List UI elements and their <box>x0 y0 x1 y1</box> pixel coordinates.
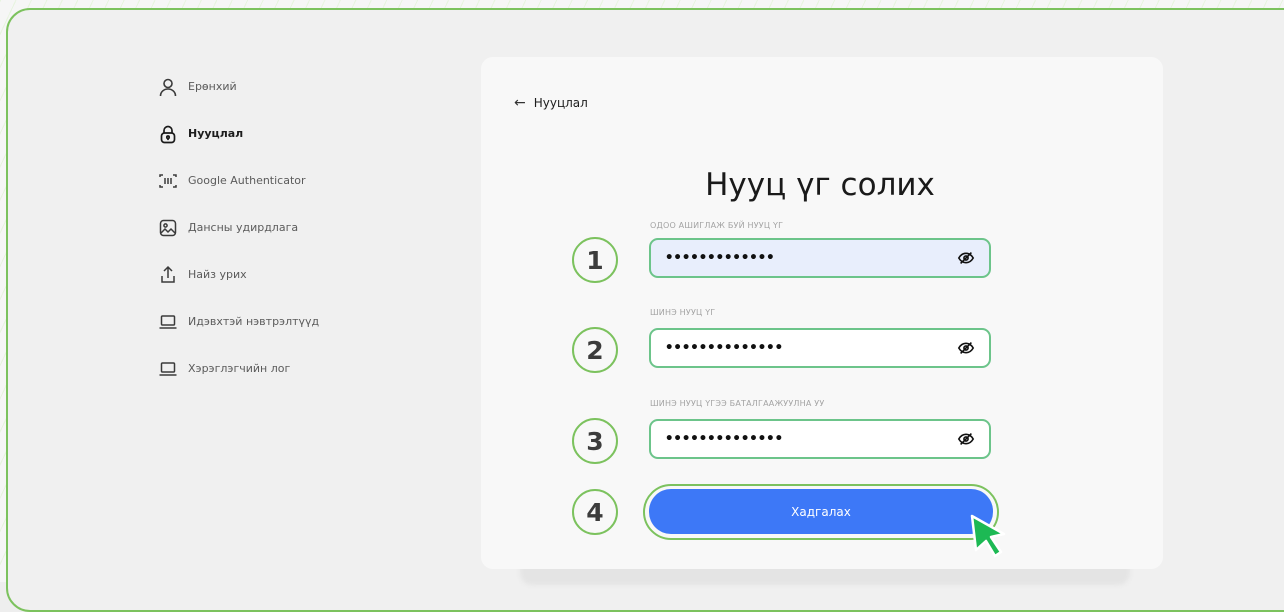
new-password-field <box>649 328 991 368</box>
image-icon <box>158 218 178 238</box>
new-password-label: ШИНЭ НУУЦ ҮГ <box>650 308 716 317</box>
step-badge-1: 1 <box>572 237 618 283</box>
confirm-password-field <box>649 419 991 459</box>
step-badge-2: 2 <box>572 327 618 373</box>
save-button[interactable]: Хадгалах <box>649 489 993 534</box>
sidebar-item-google-authenticator[interactable]: Google Authenticator <box>158 157 460 204</box>
sidebar-item-label: Идэвхтэй нэвтрэлтүүд <box>188 315 320 328</box>
sidebar-item-label: Дансны удирдлага <box>188 221 299 234</box>
sidebar-item-user-log[interactable]: Хэрэглэгчийн лог <box>158 345 460 392</box>
back-label: Нууцлал <box>533 96 588 110</box>
scan-icon <box>158 171 178 191</box>
laptop-icon <box>158 359 178 379</box>
user-icon <box>158 77 178 97</box>
sidebar-item-label: Нууцлал <box>188 127 244 140</box>
step-badge-4: 4 <box>572 489 618 535</box>
share-icon <box>158 265 178 285</box>
current-password-label: ОДОО АШИГЛАЖ БУЙ НУУЦ ҮГ <box>650 221 784 230</box>
sidebar-item-general[interactable]: Ерөнхий <box>158 63 460 110</box>
sidebar-item-label: Найз урих <box>188 268 247 281</box>
settings-sidebar: Ерөнхий Нууцлал Google Authenticator Дан… <box>158 63 460 392</box>
cursor-arrow-icon <box>970 514 1006 558</box>
sidebar-item-label: Google Authenticator <box>188 174 306 187</box>
back-link[interactable]: ← Нууцлал <box>514 95 588 111</box>
eye-hidden-icon[interactable] <box>957 249 975 267</box>
eye-hidden-icon[interactable] <box>957 430 975 448</box>
sidebar-item-invite-friend[interactable]: Найз урих <box>160 251 460 298</box>
sidebar-item-active-sessions[interactable]: Идэвхтэй нэвтрэлтүүд <box>158 298 460 345</box>
laptop-icon <box>158 312 178 332</box>
page-title: Нууц үг солих <box>705 166 935 203</box>
current-password-input[interactable] <box>651 242 957 274</box>
current-password-field <box>649 238 991 278</box>
sidebar-item-label: Хэрэглэгчийн лог <box>188 362 291 375</box>
confirm-password-label: ШИНЭ НУУЦ ҮГЭЭ БАТАЛГААЖУУЛНА УУ <box>650 399 825 408</box>
lock-icon <box>158 124 178 144</box>
step-badge-3: 3 <box>572 418 618 464</box>
confirm-password-input[interactable] <box>651 423 957 455</box>
arrow-left-icon: ← <box>514 95 526 111</box>
new-password-input[interactable] <box>651 332 957 364</box>
eye-hidden-icon[interactable] <box>957 339 975 357</box>
sidebar-item-label: Ерөнхий <box>188 80 237 93</box>
sidebar-item-security[interactable]: Нууцлал <box>160 110 460 157</box>
sidebar-item-account-management[interactable]: Дансны удирдлага <box>158 204 460 251</box>
